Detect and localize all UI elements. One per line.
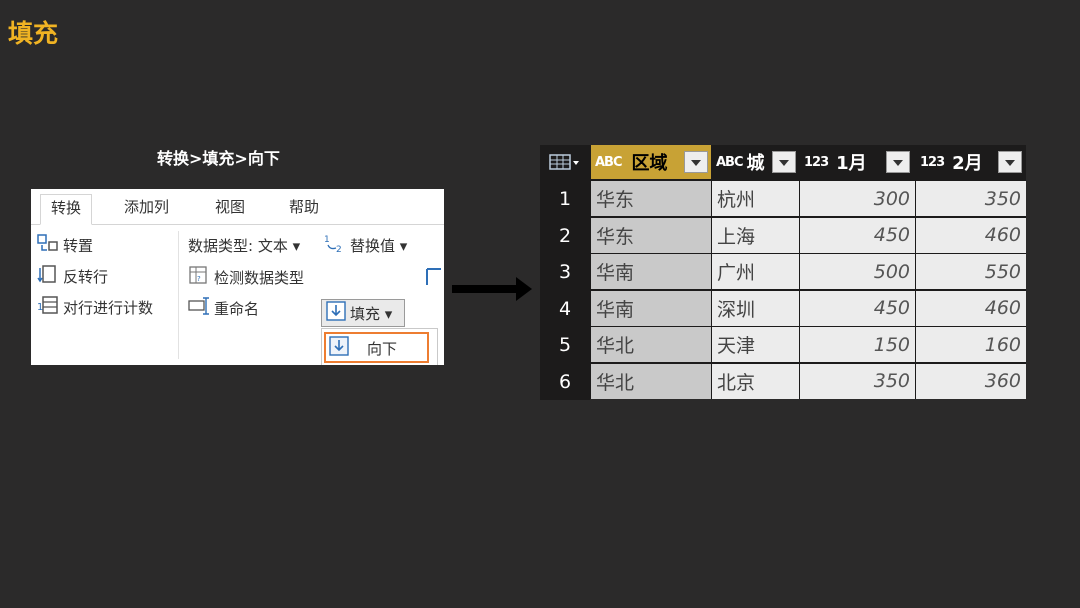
table-cell-city[interactable]: 上海 xyxy=(712,217,799,253)
column-header-label: 1月 xyxy=(836,153,867,174)
tab-add-column[interactable]: 添加列 xyxy=(114,194,179,225)
count-rows-label: 对行进行计数 xyxy=(63,298,154,317)
svg-text:1: 1 xyxy=(324,235,330,245)
table-cell-feb[interactable]: 160 xyxy=(916,327,1026,362)
transpose-icon xyxy=(37,233,59,257)
fill-button-content: 填充 ▾ xyxy=(326,301,392,325)
reverse-rows-button[interactable]: 反转行 xyxy=(37,264,108,288)
fill-button[interactable]: 填充 ▾ xyxy=(321,299,405,327)
table-cell-jan[interactable]: 450 xyxy=(800,217,915,253)
transpose-button[interactable]: 转置 xyxy=(37,233,93,257)
caption: 转换>填充>向下 xyxy=(157,149,280,168)
ribbon-tab-bar: 转换 添加列 视图 帮助 xyxy=(31,189,444,225)
svg-text:2: 2 xyxy=(336,245,342,253)
row-number[interactable]: 3 xyxy=(540,254,590,290)
filter-dropdown-icon[interactable] xyxy=(684,151,708,173)
fill-label: 填充 ▾ xyxy=(350,304,393,323)
transpose-label: 转置 xyxy=(63,236,94,255)
table-cell-jan[interactable]: 300 xyxy=(800,181,915,216)
ribbon-panel: 转换 添加列 视图 帮助 转置 反转行 1 对行进行计数 数据类型: 文本 ▾ xyxy=(31,189,444,365)
row-number[interactable]: 5 xyxy=(540,327,590,363)
reverse-rows-icon xyxy=(37,264,59,288)
detect-type-icon: ? xyxy=(188,265,210,289)
text-type-icon: ABC xyxy=(716,154,743,170)
table-cell-region[interactable]: 华东 xyxy=(591,217,711,253)
table-cell-region[interactable]: 华北 xyxy=(591,327,711,362)
right-arrow-icon xyxy=(452,285,518,293)
count-rows-button[interactable]: 1 对行进行计数 xyxy=(37,295,153,319)
replace-values-icon: 12 xyxy=(324,233,346,257)
tab-transform[interactable]: 转换 xyxy=(40,194,93,225)
number-type-icon: 123 xyxy=(920,154,945,170)
fill-dropdown-menu: 向下 向上 xyxy=(321,328,438,365)
column-header-label: 2月 xyxy=(952,153,983,174)
table-cell-region[interactable]: 华东 xyxy=(591,181,711,216)
table-cell-city[interactable]: 深圳 xyxy=(712,290,799,326)
slide-title: 填充 xyxy=(8,19,59,48)
table-cell-city[interactable]: 广州 xyxy=(712,254,799,289)
table-cell-jan[interactable]: 450 xyxy=(800,290,915,326)
table-cell-feb[interactable]: 550 xyxy=(916,254,1026,289)
count-rows-icon: 1 xyxy=(37,295,59,319)
filter-dropdown-icon[interactable] xyxy=(886,151,910,173)
detect-type-button[interactable]: ? 检测数据类型 xyxy=(188,265,304,289)
row-number[interactable]: 2 xyxy=(540,217,590,254)
column-header-label: 城 xyxy=(746,153,765,174)
fill-down-highlight xyxy=(324,332,429,363)
rename-icon xyxy=(188,296,210,320)
row-number[interactable]: 6 xyxy=(540,363,590,400)
replace-values-button[interactable]: 12 替换值 ▾ xyxy=(324,233,407,257)
column-header-city[interactable]: ABC 城 xyxy=(712,145,799,179)
tab-help[interactable]: 帮助 xyxy=(279,194,329,225)
table-cell-region[interactable]: 华北 xyxy=(591,363,711,399)
table-cell-jan[interactable]: 500 xyxy=(800,254,915,289)
column-header-label: 区域 xyxy=(631,153,668,174)
filter-dropdown-icon[interactable] xyxy=(772,151,796,173)
svg-text:1: 1 xyxy=(37,302,43,313)
number-type-icon: 123 xyxy=(804,154,829,170)
table-cell-jan[interactable]: 150 xyxy=(800,327,915,362)
table-cell-feb[interactable]: 350 xyxy=(916,181,1026,216)
tab-view[interactable]: 视图 xyxy=(205,194,255,225)
rename-button[interactable]: 重命名 xyxy=(188,296,259,320)
arrow-head xyxy=(516,277,532,301)
data-type-label: 数据类型: 文本 ▾ xyxy=(188,236,301,255)
filter-dropdown-icon[interactable] xyxy=(998,151,1022,173)
group-separator xyxy=(178,231,179,359)
data-table: ABC 区域 ABC 城 123 1月 123 2月 1 华东 杭州 300 350 2 华… xyxy=(540,145,1026,400)
data-type-dropdown[interactable]: 数据类型: 文本 ▾ xyxy=(188,233,300,257)
table-cell-city[interactable]: 杭州 xyxy=(712,181,799,216)
column-header-feb[interactable]: 123 2月 xyxy=(916,145,1026,179)
text-type-icon: ABC xyxy=(595,154,622,170)
table-cell-region[interactable]: 华南 xyxy=(591,290,711,326)
table-menu-icon[interactable] xyxy=(540,145,590,179)
table-cell-feb[interactable]: 360 xyxy=(916,363,1026,399)
column-header-region[interactable]: ABC 区域 xyxy=(591,145,711,179)
pivot-icon[interactable] xyxy=(425,265,443,289)
table-cell-city[interactable]: 北京 xyxy=(712,363,799,399)
table-cell-feb[interactable]: 460 xyxy=(916,290,1026,326)
row-number[interactable]: 4 xyxy=(540,290,590,327)
column-header-jan[interactable]: 123 1月 xyxy=(800,145,915,179)
table-cell-city[interactable]: 天津 xyxy=(712,327,799,362)
fill-icon xyxy=(326,301,346,325)
table-cell-jan[interactable]: 350 xyxy=(800,363,915,399)
table-cell-region[interactable]: 华南 xyxy=(591,254,711,289)
row-number[interactable]: 1 xyxy=(540,181,590,217)
table-cell-feb[interactable]: 460 xyxy=(916,217,1026,253)
replace-values-label: 替换值 ▾ xyxy=(350,236,408,255)
ribbon-body: 转置 反转行 1 对行进行计数 数据类型: 文本 ▾ 12 替换值 ▾ ? 检测… xyxy=(31,225,444,365)
svg-text:?: ? xyxy=(197,275,201,283)
reverse-rows-label: 反转行 xyxy=(63,267,109,286)
detect-type-label: 检测数据类型 xyxy=(214,268,305,287)
rename-label: 重命名 xyxy=(214,299,260,318)
